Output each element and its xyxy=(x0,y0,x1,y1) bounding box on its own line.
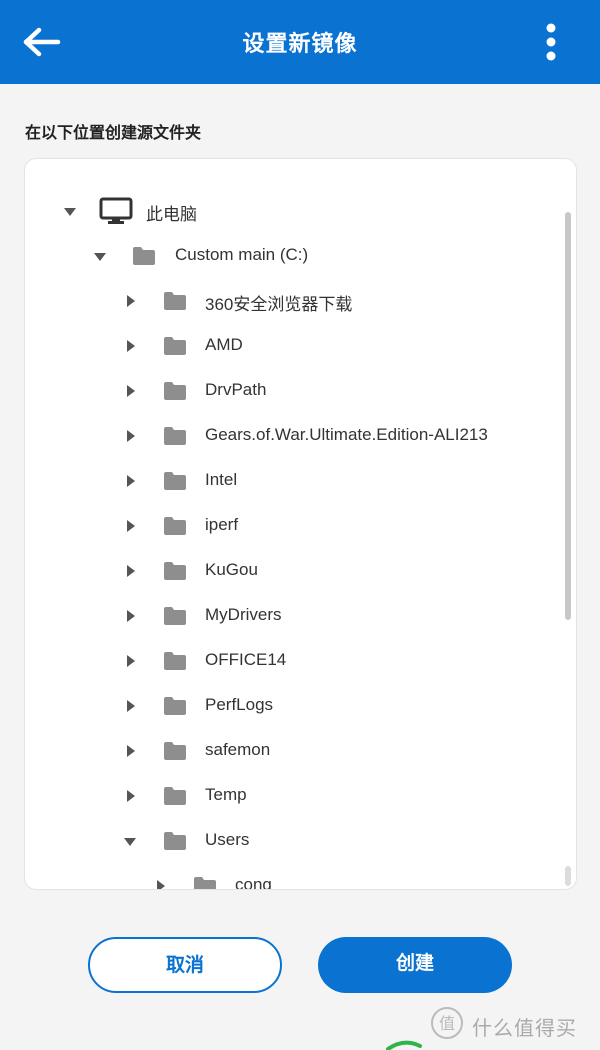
tree-node-folder[interactable]: PerfLogs xyxy=(25,686,555,726)
svg-text:值: 值 xyxy=(439,1014,455,1033)
collapse-triangle-icon[interactable] xyxy=(124,838,136,846)
tree-node-label: Custom main (C:) xyxy=(175,245,309,264)
folder-icon xyxy=(164,742,186,760)
create-button[interactable]: 创建 xyxy=(318,937,512,993)
folder-icon xyxy=(164,562,186,580)
collapse-triangle-icon[interactable] xyxy=(64,208,76,216)
tree-node-folder[interactable]: OFFICE14 xyxy=(25,641,555,681)
collapse-triangle-icon[interactable] xyxy=(94,253,106,261)
folder-tree[interactable]: 此电脑 Custom main (C:) 360安全浏览器下载 AMD DrvP… xyxy=(24,158,577,890)
tree-node-folder[interactable]: KuGou xyxy=(25,551,555,591)
expand-triangle-icon[interactable] xyxy=(127,655,135,667)
expand-triangle-icon[interactable] xyxy=(127,700,135,712)
tree-node-label: cong xyxy=(235,875,272,890)
section-label: 在以下位置创建源文件夹 xyxy=(25,125,202,142)
tree-node-label: DrvPath xyxy=(205,380,267,399)
tree-node-folder[interactable]: iperf xyxy=(25,506,555,546)
folder-icon xyxy=(194,877,216,889)
app-bar: 设置新镜像 xyxy=(0,0,600,84)
tree-node-label: MyDrivers xyxy=(205,605,282,624)
scrollbar-thumb[interactable] xyxy=(565,212,571,620)
folder-icon xyxy=(164,382,186,400)
tree-node-label: safemon xyxy=(205,740,271,759)
more-menu-button[interactable] xyxy=(536,22,566,64)
tree-node-label: Intel xyxy=(205,470,238,489)
tree-node-drive-c[interactable]: Custom main (C:) xyxy=(25,236,555,276)
green-accent-mark xyxy=(386,1040,422,1050)
folder-icon xyxy=(164,607,186,625)
tree-node-folder[interactable]: Gears.of.War.Ultimate.Edition-ALI213 xyxy=(25,416,555,456)
folder-icon xyxy=(164,517,186,535)
scrollbar-end xyxy=(565,866,571,886)
more-vertical-icon xyxy=(546,23,556,61)
folder-icon xyxy=(164,832,186,850)
tree-node-folder[interactable]: Temp xyxy=(25,776,555,816)
tree-node-subfolder[interactable]: cong xyxy=(25,866,555,890)
expand-triangle-icon[interactable] xyxy=(127,790,135,802)
tree-node-label: 360安全浏览器下载 xyxy=(205,295,353,314)
tree-node-this-pc[interactable]: 此电脑 xyxy=(25,191,555,231)
folder-icon xyxy=(164,292,186,310)
cancel-button[interactable]: 取消 xyxy=(88,937,282,993)
expand-triangle-icon[interactable] xyxy=(127,340,135,352)
expand-triangle-icon[interactable] xyxy=(127,745,135,757)
tree-node-label: OFFICE14 xyxy=(205,650,287,669)
expand-triangle-icon[interactable] xyxy=(157,880,165,889)
smzdm-logo-icon: 值 xyxy=(431,1007,463,1039)
folder-icon xyxy=(164,697,186,715)
expand-triangle-icon[interactable] xyxy=(127,430,135,442)
expand-triangle-icon[interactable] xyxy=(127,295,135,307)
watermark: 值 什么值得买 xyxy=(430,1006,590,1042)
folder-icon xyxy=(164,787,186,805)
expand-triangle-icon[interactable] xyxy=(127,565,135,577)
tree-node-folder[interactable]: Intel xyxy=(25,461,555,501)
tree-node-folder[interactable]: Users xyxy=(25,821,555,861)
tree-node-label: Gears.of.War.Ultimate.Edition-ALI213 xyxy=(205,425,488,444)
folder-icon xyxy=(164,472,186,490)
expand-triangle-icon[interactable] xyxy=(127,385,135,397)
tree-node-label: AMD xyxy=(205,335,243,354)
tree-node-label: PerfLogs xyxy=(205,695,274,714)
tree-node-label: Temp xyxy=(205,785,247,804)
watermark-text: 什么值得买 xyxy=(472,1018,577,1040)
tree-node-folder[interactable]: safemon xyxy=(25,731,555,771)
folder-icon xyxy=(164,427,186,445)
tree-node-label: 此电脑 xyxy=(146,205,197,224)
tree-node-label: KuGou xyxy=(205,560,258,579)
folder-icon xyxy=(164,652,186,670)
tree-node-folder[interactable]: AMD xyxy=(25,326,555,366)
tree-node-folder[interactable]: DrvPath xyxy=(25,371,555,411)
tree-node-label: Users xyxy=(205,830,250,849)
tree-node-label: iperf xyxy=(205,515,239,534)
expand-triangle-icon[interactable] xyxy=(127,475,135,487)
tree-node-folder[interactable]: 360安全浏览器下载 xyxy=(25,281,555,321)
folder-icon xyxy=(133,247,155,265)
page-title: 设置新镜像 xyxy=(242,31,358,56)
expand-triangle-icon[interactable] xyxy=(127,610,135,622)
expand-triangle-icon[interactable] xyxy=(127,520,135,532)
computer-icon xyxy=(99,197,133,224)
tree-node-folder[interactable]: MyDrivers xyxy=(25,596,555,636)
folder-icon xyxy=(164,337,186,355)
